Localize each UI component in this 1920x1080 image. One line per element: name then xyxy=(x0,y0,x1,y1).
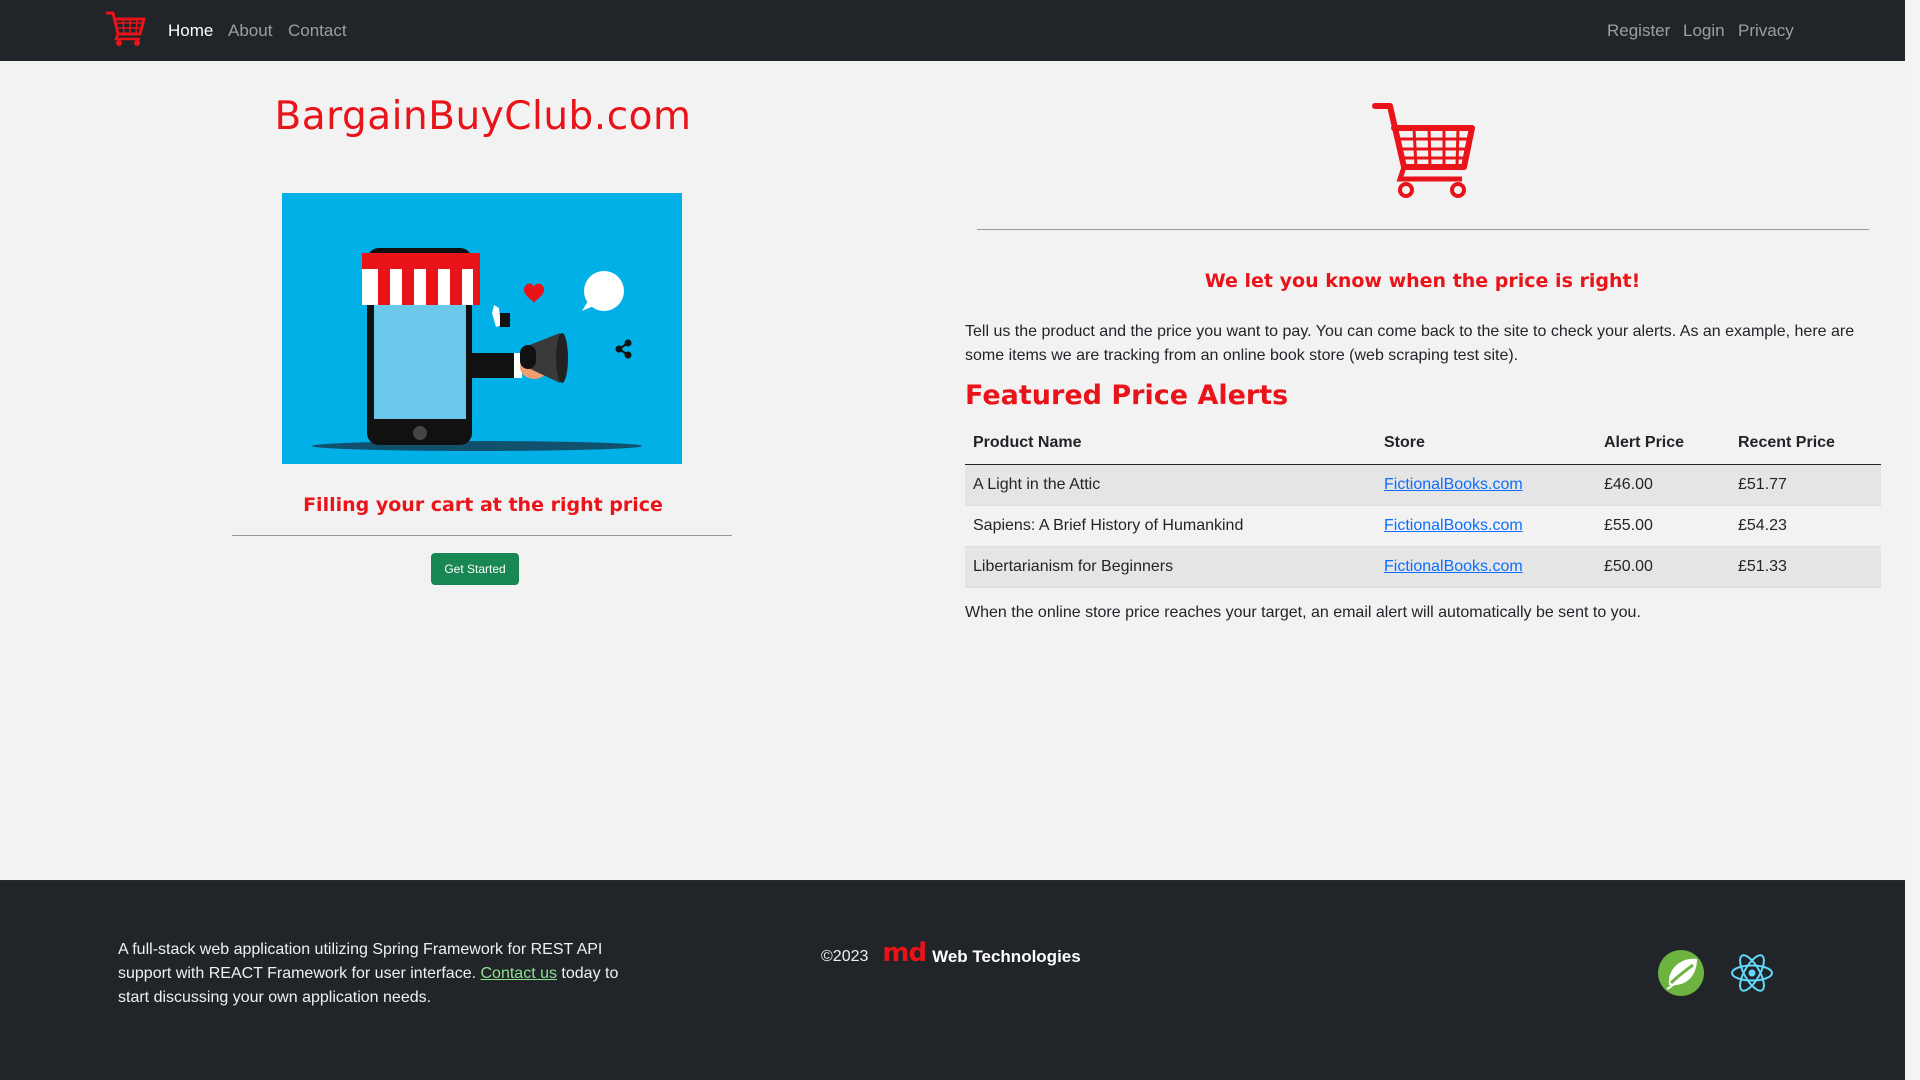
store-link[interactable]: FictionalBooks.com xyxy=(1384,476,1523,493)
divider xyxy=(232,535,732,536)
shopping-cart-icon xyxy=(1372,103,1475,198)
alert-price: £50.00 xyxy=(1596,546,1730,588)
react-atom-icon[interactable] xyxy=(1729,950,1775,996)
nav-contact-link[interactable]: Contact xyxy=(288,20,347,42)
page-scrollbar[interactable] xyxy=(1905,0,1920,1080)
contact-us-link[interactable]: Contact us xyxy=(481,965,557,982)
nav-privacy-link[interactable]: Privacy xyxy=(1738,20,1794,42)
column-header: Product Name xyxy=(965,423,1376,465)
md-logo: md xyxy=(882,938,927,968)
column-header: Store xyxy=(1376,423,1596,465)
site-title: BargainBuyClub.com xyxy=(274,94,692,139)
store-cell: FictionalBooks.com xyxy=(1376,546,1596,588)
nav-about-link[interactable]: About xyxy=(228,20,272,42)
hero-megaphone-illustration xyxy=(282,193,682,464)
nav-register-link[interactable]: Register xyxy=(1607,20,1670,42)
subheading: We let you know when the price is right! xyxy=(1204,270,1641,292)
get-started-button[interactable]: Get Started xyxy=(431,553,519,585)
nav-login-link[interactable]: Login xyxy=(1683,20,1725,42)
product-name: Sapiens: A Brief History of Humankind xyxy=(965,505,1376,547)
product-name: A Light in the Attic xyxy=(965,464,1376,506)
tagline: Filling your cart at the right price xyxy=(303,494,663,516)
copyright-year: ©2023 xyxy=(821,948,869,965)
intro-paragraph: Tell us the product and the price you wa… xyxy=(965,323,1855,364)
table-row: Sapiens: A Brief History of Humankind Fi… xyxy=(965,505,1881,547)
footer-description: A full-stack web application utilizing S… xyxy=(118,938,648,1010)
site-footer: A full-stack web application utilizing S… xyxy=(0,882,1905,1080)
recent-price: £54.23 xyxy=(1730,505,1881,547)
table-header-row: Product Name Store Alert Price Recent Pr… xyxy=(965,423,1881,465)
top-navbar: Home About Contact Register Login Privac… xyxy=(0,0,1905,61)
shopping-cart-icon[interactable] xyxy=(104,10,146,48)
copyright: ©2023 md Web Technologies xyxy=(821,938,1081,972)
featured-alerts-title: Featured Price Alerts xyxy=(965,380,1289,411)
store-link[interactable]: FictionalBooks.com xyxy=(1384,558,1523,575)
brand-name: Web Technologies xyxy=(932,947,1081,966)
email-alert-note: When the online store price reaches your… xyxy=(965,604,1641,621)
alert-price: £55.00 xyxy=(1596,505,1730,547)
recent-price: £51.77 xyxy=(1730,464,1881,506)
spring-leaf-icon[interactable] xyxy=(1657,949,1705,997)
nav-home-link[interactable]: Home xyxy=(168,20,213,42)
table-row: Libertarianism for Beginners FictionalBo… xyxy=(965,546,1881,588)
table-row: A Light in the Attic FictionalBooks.com … xyxy=(965,464,1881,506)
price-alerts-table: Product Name Store Alert Price Recent Pr… xyxy=(965,423,1881,588)
product-name: Libertarianism for Beginners xyxy=(965,546,1376,588)
store-link[interactable]: FictionalBooks.com xyxy=(1384,517,1523,534)
store-cell: FictionalBooks.com xyxy=(1376,464,1596,506)
column-header: Alert Price xyxy=(1596,423,1730,465)
column-header: Recent Price xyxy=(1730,423,1881,465)
store-cell: FictionalBooks.com xyxy=(1376,505,1596,547)
recent-price: £51.33 xyxy=(1730,546,1881,588)
divider xyxy=(977,229,1869,230)
alert-price: £46.00 xyxy=(1596,464,1730,506)
